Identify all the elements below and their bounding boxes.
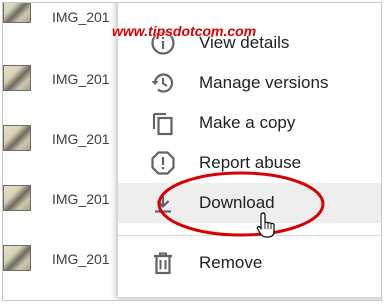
- highlight-ellipse: [157, 171, 325, 237]
- menu-item-make-a-copy[interactable]: Make a copy: [118, 103, 381, 143]
- hand-cursor-icon: [256, 212, 275, 238]
- history-icon: [151, 73, 174, 93]
- file-row[interactable]: IMG_201: [3, 61, 133, 101]
- file-row[interactable]: IMG_201: [3, 241, 133, 281]
- file-thumbnail: [3, 125, 31, 151]
- file-name: IMG_201: [52, 131, 110, 147]
- file-thumbnail: [3, 245, 31, 271]
- file-name: IMG_201: [52, 191, 110, 207]
- menu-item-label: Manage versions: [199, 73, 329, 92]
- file-name: IMG_201: [52, 71, 110, 87]
- file-name: IMG_201: [52, 9, 110, 25]
- file-thumbnail: [3, 3, 31, 23]
- file-row[interactable]: IMG_201: [3, 121, 133, 161]
- menu-item-manage-versions[interactable]: Manage versions: [118, 63, 381, 103]
- file-thumbnail: [3, 185, 31, 211]
- file-thumbnail: [3, 65, 31, 91]
- watermark-text: www.tipsdotcom.com: [112, 23, 257, 39]
- menu-item-label: Make a copy: [199, 113, 296, 132]
- file-name: IMG_201: [52, 251, 110, 267]
- context-menu: View details Manage versions Make a copy: [118, 3, 381, 297]
- screenshot-frame: IMG_201 IMG_201 IMG_201 IMG_201 IMG_201: [2, 2, 382, 301]
- file-list: IMG_201 IMG_201 IMG_201 IMG_201 IMG_201: [3, 3, 133, 300]
- menu-item-remove[interactable]: Remove: [118, 243, 381, 283]
- trash-icon: [154, 252, 172, 275]
- menu-item-label: Remove: [199, 253, 263, 272]
- copy-icon: [152, 112, 173, 136]
- file-row[interactable]: IMG_201: [3, 181, 133, 221]
